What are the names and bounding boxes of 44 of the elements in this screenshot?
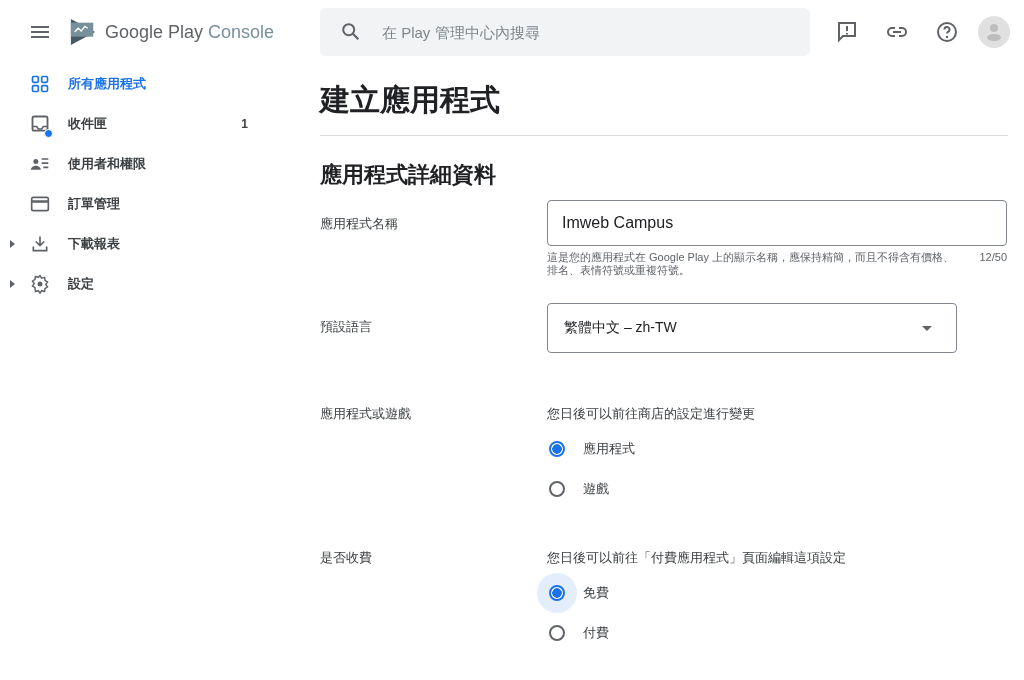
hint-text: 您日後可以前往商店的設定進行變更: [547, 405, 756, 423]
logo-icon: [69, 17, 97, 47]
card-icon: [30, 194, 50, 214]
nav-item[interactable]: 設定: [0, 264, 260, 304]
search-icon: [340, 21, 362, 43]
nav-item[interactable]: 使用者和權限: [0, 144, 260, 184]
radio-label[interactable]: 遊戲: [583, 480, 609, 498]
character-counter: 12/50: [979, 251, 1007, 265]
caret-icon[interactable]: [9, 240, 15, 248]
nav-item[interactable]: 所有應用程式: [0, 64, 260, 104]
radio-button[interactable]: [549, 625, 565, 641]
hint-text: 您日後可以前往「付費應用程式」頁面編輯這項設定: [547, 549, 847, 567]
field-label: 是否收費: [320, 549, 373, 567]
nav-item[interactable]: 訂單管理: [0, 184, 260, 224]
help-icon[interactable]: [935, 20, 959, 44]
inbox-icon: [30, 114, 50, 134]
search-input[interactable]: 在 Play 管理中心內搜尋: [380, 22, 810, 42]
radio-label[interactable]: 應用程式: [583, 440, 635, 458]
section-heading: 應用程式詳細資料: [320, 161, 497, 189]
radio-button[interactable]: [549, 585, 565, 601]
search-field[interactable]: 在 Play 管理中心內搜尋: [320, 8, 810, 56]
count-label: 1: [241, 117, 248, 131]
text-field[interactable]: Imweb Campus: [547, 200, 1007, 246]
radio-label[interactable]: 免費: [583, 584, 609, 602]
brand-name: Google Play: [105, 21, 204, 43]
apps-grid-icon: [30, 74, 50, 94]
radio-label[interactable]: 付費: [583, 624, 609, 642]
nav-item[interactable]: 收件匣 1: [0, 104, 260, 144]
dropdown-arrow-icon: [922, 325, 932, 331]
feedback-icon[interactable]: [835, 20, 859, 44]
menu-icon[interactable]: [31, 26, 49, 38]
settings-icon: [30, 274, 50, 294]
field-label: 應用程式或遊戲: [320, 405, 412, 423]
caret-icon[interactable]: [9, 280, 15, 288]
nav-item[interactable]: 下載報表: [0, 224, 260, 264]
download-icon: [30, 234, 50, 254]
language-dropdown[interactable]: 繁體中文 – zh-TW: [547, 303, 957, 353]
product-name: Console: [208, 21, 275, 43]
radio-button[interactable]: [549, 441, 565, 457]
page-title: 建立應用程式: [320, 82, 501, 118]
radio-button[interactable]: [549, 481, 565, 497]
field-label: 預設語言: [320, 318, 373, 336]
helper-text: 這是您的應用程式在 Google Play 上的顯示名稱，應保持精簡，而且不得含有價格、排名、表情符號或重複符號。: [547, 251, 956, 277]
field-label: 應用程式名稱: [320, 215, 399, 233]
